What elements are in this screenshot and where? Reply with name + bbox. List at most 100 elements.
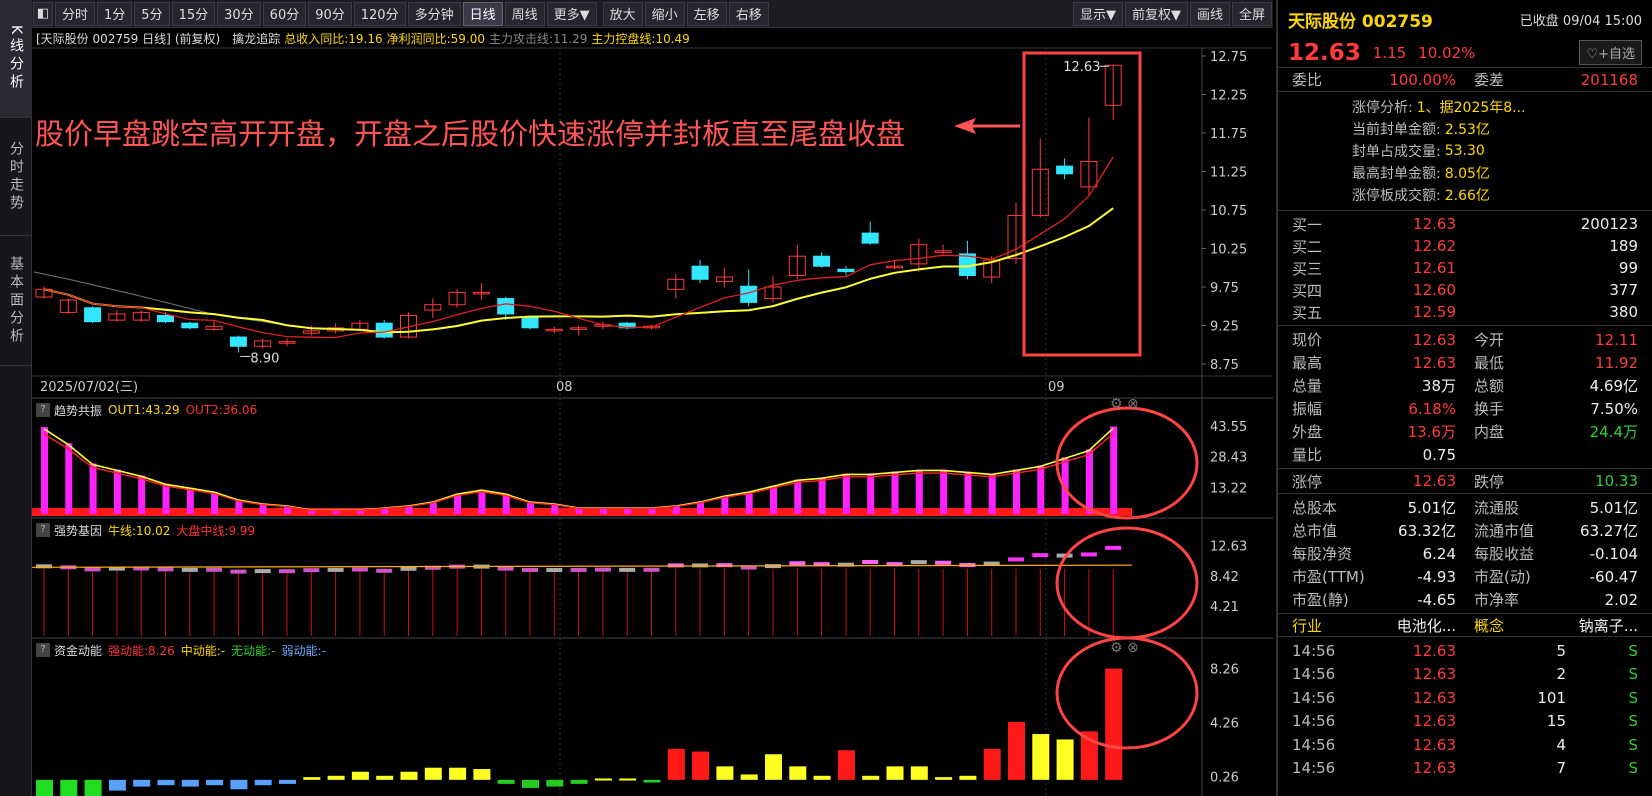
limit-up-value: 2.66亿 <box>1444 188 1490 204</box>
candle-body <box>813 255 831 267</box>
panel4-bar <box>570 779 588 784</box>
period-button[interactable]: 1分 <box>97 1 133 26</box>
add-favorite-button[interactable]: ♡+自选 <box>1579 40 1642 65</box>
ma-fast-line <box>43 156 1114 339</box>
low-price-label: 8.90 <box>250 351 279 366</box>
collapse-icon[interactable]: ◧ <box>33 1 53 26</box>
period-buttons: 分时 1分 5分 15分 30分 60分 90分 120分 多分钟 日线 周线 更多▼ <box>54 1 598 26</box>
panel2-name[interactable]: 趋势共振 <box>54 402 102 419</box>
panel3-marker <box>667 563 684 568</box>
close-icon[interactable]: ⊗ <box>1127 640 1139 656</box>
zoom-buttons: 放大 缩小 左移 右移 <box>602 1 770 26</box>
limit-up-price: 12.63 <box>1413 472 1456 490</box>
quote-value: 0.75 <box>1422 445 1456 464</box>
concept-label: 概念 <box>1474 616 1505 635</box>
action-button[interactable]: 左移 <box>686 1 727 26</box>
toolbar-right-button[interactable]: 全屏 <box>1231 1 1272 26</box>
tick-row: 14:56 12.63 15 S <box>1278 710 1652 734</box>
fund-label: 每股净资 <box>1292 545 1353 563</box>
limit-prices: 涨停 12.63 跌停 10.33 <box>1278 469 1652 494</box>
gear-icon[interactable]: ⚙ <box>1110 396 1123 412</box>
panel2-out1-line <box>43 427 1114 511</box>
tick-volume: 15 <box>1546 712 1566 731</box>
bid-row[interactable]: 买三 12.61 99 <box>1278 257 1652 279</box>
gear-icon[interactable]: ⚙ <box>1110 640 1123 656</box>
period-button[interactable]: 120分 <box>353 1 406 26</box>
tick-volume: 2 <box>1556 665 1566 684</box>
panel2-bar <box>113 469 121 514</box>
help-icon[interactable]: ? <box>36 523 50 537</box>
panel3-marker <box>643 567 660 572</box>
tab-fundamental[interactable]: 基本面分析 <box>0 236 32 366</box>
panel4-bar <box>910 766 928 780</box>
bid-row[interactable]: 买一 12.63 200123 <box>1278 213 1652 235</box>
limit-up-value: 8.05亿 <box>1444 166 1490 182</box>
action-button[interactable]: 缩小 <box>644 1 685 26</box>
y-tick-label: 9.25 <box>1210 320 1239 335</box>
tick-price: 12.63 <box>1413 759 1456 778</box>
candle-body <box>157 314 174 323</box>
help-icon[interactable]: ? <box>36 403 50 417</box>
quote-value: 24.4万 <box>1589 423 1638 441</box>
period-button[interactable]: 日线 <box>462 1 503 26</box>
toolbar-right-button[interactable]: 前复权▼ <box>1124 1 1188 26</box>
candle-body <box>229 336 247 347</box>
period-button[interactable]: 90分 <box>308 1 352 26</box>
limit-up-value: 2.53亿 <box>1444 122 1490 138</box>
action-button[interactable]: 放大 <box>602 1 643 26</box>
panel4-bar <box>886 766 904 780</box>
period-button[interactable]: 周线 <box>504 1 545 26</box>
candle-body <box>181 322 199 329</box>
industry-concept-row[interactable]: 行业 电池化... 概念 钠离子... <box>1278 614 1652 636</box>
bid-row[interactable]: 买五 12.59 380 <box>1278 301 1652 323</box>
bid-level: 买三 <box>1292 259 1323 278</box>
panel4-bar <box>959 775 977 780</box>
industry-value: 电池化... <box>1396 616 1456 635</box>
tick-side: S <box>1628 759 1638 778</box>
bid-row[interactable]: 买二 12.62 189 <box>1278 235 1652 257</box>
limit-up-row: 最高封单金额: 8.05亿 <box>1278 162 1652 184</box>
help-icon[interactable]: ? <box>36 643 50 657</box>
toolbar-right-button[interactable]: 显示▼ <box>1072 1 1123 26</box>
panel4-y-label: 8.26 <box>1210 663 1239 678</box>
period-button[interactable]: 30分 <box>217 1 261 26</box>
tick-list: 14:56 12.63 5 S 14:56 12.63 2 S 14:56 12.63 101 S 14… <box>1278 637 1652 780</box>
y-tick-label: 12.25 <box>1210 89 1247 104</box>
panel4-bar <box>1105 668 1123 780</box>
panel3-bull-line: 牛线:10.02 <box>108 523 171 538</box>
quote-label: 今开 <box>1474 331 1505 349</box>
fund-label: 市盈(动) <box>1474 568 1531 586</box>
fund-value: 63.27亿 <box>1580 522 1638 540</box>
panel4-bar <box>522 779 539 788</box>
panel3-marker <box>351 567 368 572</box>
action-button[interactable]: 右移 <box>728 1 769 26</box>
period-button[interactable]: 60分 <box>262 1 307 26</box>
period-button[interactable]: 15分 <box>171 1 216 26</box>
panel4-bar <box>133 779 151 787</box>
period-button[interactable]: 多分钟 <box>407 1 461 26</box>
period-button[interactable]: 更多▼ <box>546 1 597 26</box>
panel4-bar <box>667 748 685 780</box>
panel3-name[interactable]: 强势基因 <box>54 522 102 539</box>
panel4-bar <box>327 775 345 780</box>
panel4-name[interactable]: 资金动能 <box>54 642 102 659</box>
panel3-marker <box>546 568 563 573</box>
quote-value: 38万 <box>1421 377 1456 395</box>
toolbar-right-button[interactable]: 画线 <box>1189 1 1230 26</box>
fund-value: 2.02 <box>1604 590 1638 609</box>
period-button[interactable]: 5分 <box>134 1 170 26</box>
tab-kline[interactable]: K线分析 <box>0 0 32 118</box>
tab-timeshare[interactable]: 分时走势 <box>0 118 32 236</box>
candle-body <box>1056 165 1074 175</box>
period-button[interactable]: 分时 <box>55 1 96 26</box>
fund-label: 每股收益 <box>1474 545 1535 563</box>
candle-body <box>861 232 879 244</box>
close-icon[interactable]: ⊗ <box>1127 396 1139 412</box>
panel4-bar <box>424 767 442 780</box>
panel4-bar <box>157 779 175 786</box>
fundamental-row: 总市值 63.32亿 流通市值 63.27亿 <box>1278 519 1652 542</box>
panel4-bar <box>837 750 855 780</box>
panel4-y-label: 0.26 <box>1210 770 1239 785</box>
panel3-marker <box>181 567 198 572</box>
bid-row[interactable]: 买四 12.60 377 <box>1278 279 1652 301</box>
